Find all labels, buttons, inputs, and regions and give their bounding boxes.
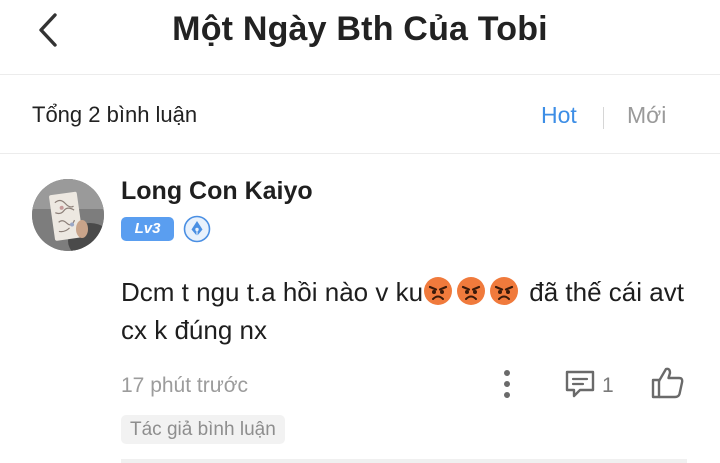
comment-divider: [121, 459, 687, 463]
level-badge: Lv3: [121, 217, 174, 241]
angry-face-icon: [457, 277, 486, 305]
page-title: Một Ngày Bth Của Tobi: [172, 10, 548, 48]
more-options-icon[interactable]: [494, 367, 520, 401]
pen-nib-badge-icon: [183, 215, 211, 243]
reply-count: 1: [602, 374, 614, 397]
author-tag: Tác giả bình luận: [121, 415, 285, 444]
reply-icon[interactable]: [563, 368, 597, 400]
sort-divider: [603, 107, 604, 129]
comment-text: Dcm t ngu t.a hồi nào v ku đã thế cái av…: [121, 273, 691, 349]
comment-text-part-1: Dcm t ngu t.a hồi nào v ku: [121, 277, 424, 307]
comment-sort-bar: Tổng 2 bình luận Hot Mới: [0, 76, 720, 154]
avatar[interactable]: [32, 179, 104, 251]
comment-time: 17 phút trước: [121, 374, 249, 397]
angry-face-icon: [490, 277, 519, 305]
sort-hot-tab[interactable]: Hot: [541, 102, 577, 129]
comment-username[interactable]: Long Con Kaiyo: [121, 177, 313, 206]
sort-new-tab[interactable]: Mới: [627, 102, 666, 129]
angry-face-icon: [424, 277, 453, 305]
thumbs-up-icon[interactable]: [650, 365, 686, 401]
avatar-image: [32, 179, 104, 251]
comment-item: Long Con Kaiyo Lv3 Dcm t ngu t.a hồi nào…: [0, 155, 720, 463]
app-header: Một Ngày Bth Của Tobi: [0, 0, 720, 75]
comment-total: Tổng 2 bình luận: [32, 102, 198, 127]
